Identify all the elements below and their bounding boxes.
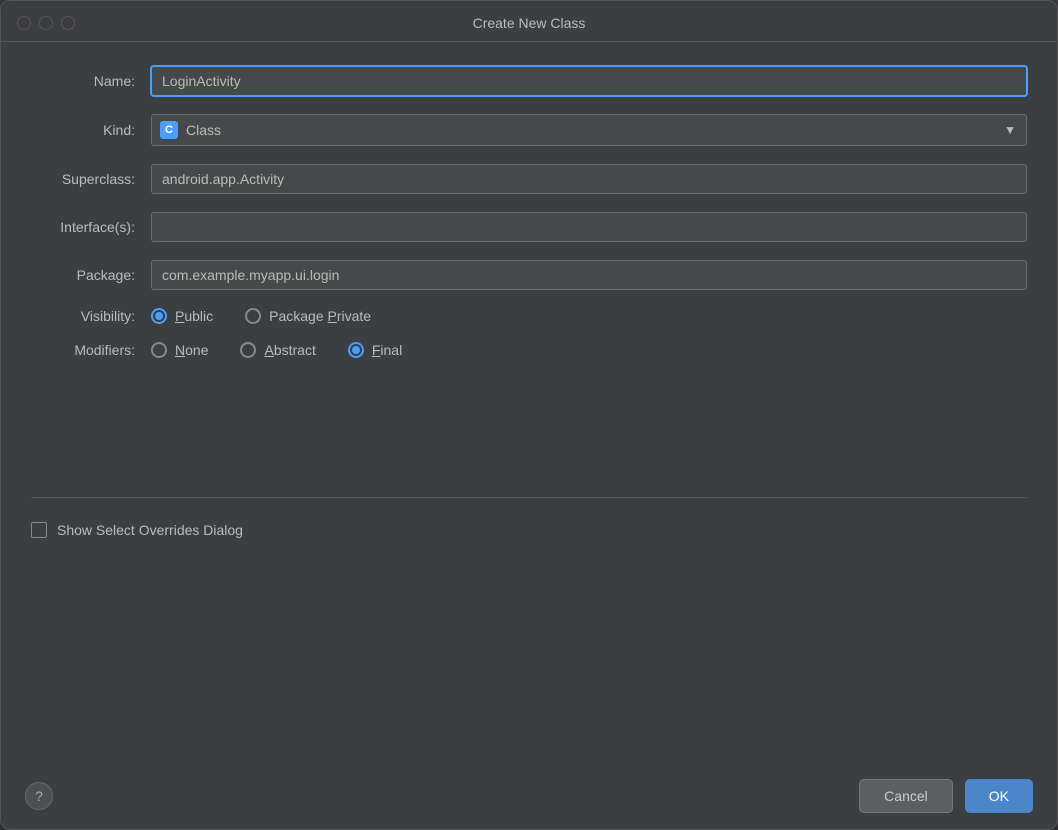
create-new-class-dialog: Create New Class Name: Kind: C Class ▼ S… bbox=[0, 0, 1058, 830]
visibility-label: Visibility: bbox=[31, 308, 151, 324]
dialog-title: Create New Class bbox=[473, 15, 586, 31]
visibility-group: Public Package Private bbox=[151, 308, 371, 324]
close-button[interactable] bbox=[17, 16, 31, 30]
interfaces-label: Interface(s): bbox=[31, 219, 151, 235]
visibility-public-radio[interactable] bbox=[151, 308, 167, 324]
name-label: Name: bbox=[31, 73, 151, 89]
superclass-label: Superclass: bbox=[31, 171, 151, 187]
visibility-package-private-radio[interactable] bbox=[245, 308, 261, 324]
visibility-package-private-label: Package Private bbox=[269, 308, 371, 324]
modifiers-row: Modifiers: None Abstract Final bbox=[31, 342, 1027, 358]
modifier-none-label: None bbox=[175, 342, 208, 358]
kind-row: Kind: C Class ▼ bbox=[31, 114, 1027, 146]
kind-value: Class bbox=[186, 122, 221, 138]
dialog-footer: ? Cancel OK bbox=[1, 763, 1057, 829]
maximize-button[interactable] bbox=[61, 16, 75, 30]
name-input[interactable] bbox=[151, 66, 1027, 96]
visibility-package-private-option[interactable]: Package Private bbox=[245, 308, 371, 324]
visibility-public-option[interactable]: Public bbox=[151, 308, 213, 324]
name-row: Name: bbox=[31, 66, 1027, 96]
minimize-button[interactable] bbox=[39, 16, 53, 30]
show-overrides-label: Show Select Overrides Dialog bbox=[57, 522, 243, 538]
superclass-input[interactable] bbox=[151, 164, 1027, 194]
help-button[interactable]: ? bbox=[25, 782, 53, 810]
package-input[interactable] bbox=[151, 260, 1027, 290]
visibility-public-label: Public bbox=[175, 308, 213, 324]
interfaces-input[interactable] bbox=[151, 212, 1027, 242]
interfaces-row: Interface(s): bbox=[31, 212, 1027, 242]
superclass-row: Superclass: bbox=[31, 164, 1027, 194]
title-bar: Create New Class bbox=[1, 1, 1057, 42]
traffic-lights bbox=[17, 16, 75, 30]
modifier-none-option[interactable]: None bbox=[151, 342, 208, 358]
package-row: Package: bbox=[31, 260, 1027, 290]
visibility-row: Visibility: Public Package Private bbox=[31, 308, 1027, 324]
chevron-down-icon: ▼ bbox=[1004, 123, 1016, 137]
modifier-final-option[interactable]: Final bbox=[348, 342, 402, 358]
kind-label: Kind: bbox=[31, 122, 151, 138]
show-overrides-checkbox[interactable] bbox=[31, 522, 47, 538]
cancel-button[interactable]: Cancel bbox=[859, 779, 953, 813]
modifier-abstract-label: Abstract bbox=[264, 342, 315, 358]
modifier-abstract-option[interactable]: Abstract bbox=[240, 342, 315, 358]
modifier-none-radio[interactable] bbox=[151, 342, 167, 358]
class-icon: C bbox=[160, 121, 178, 139]
divider bbox=[31, 497, 1027, 498]
package-label: Package: bbox=[31, 267, 151, 283]
footer-buttons: Cancel OK bbox=[859, 779, 1033, 813]
dialog-content: Name: Kind: C Class ▼ Superclass: Interf… bbox=[1, 42, 1057, 763]
modifier-final-radio[interactable] bbox=[348, 342, 364, 358]
modifiers-group: None Abstract Final bbox=[151, 342, 402, 358]
modifiers-label: Modifiers: bbox=[31, 342, 151, 358]
kind-select[interactable]: C Class ▼ bbox=[151, 114, 1027, 146]
modifier-final-label: Final bbox=[372, 342, 402, 358]
modifier-abstract-radio[interactable] bbox=[240, 342, 256, 358]
checkbox-row: Show Select Overrides Dialog bbox=[31, 522, 1027, 538]
ok-button[interactable]: OK bbox=[965, 779, 1033, 813]
